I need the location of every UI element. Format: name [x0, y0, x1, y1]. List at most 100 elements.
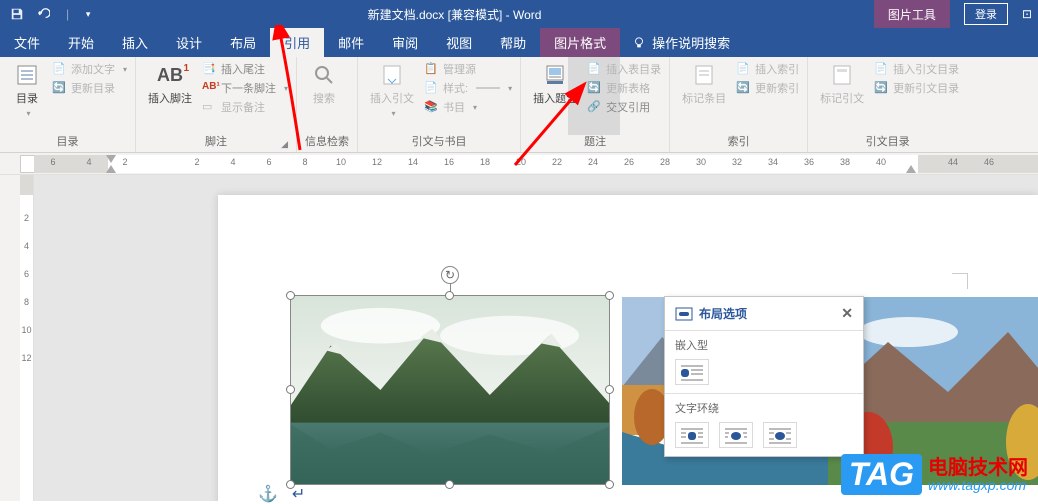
resize-handle-tr[interactable]	[605, 291, 614, 300]
search-icon	[312, 63, 336, 87]
mark-citation-icon	[830, 63, 854, 87]
search-button[interactable]: 搜索	[305, 61, 343, 130]
insert-toa-button[interactable]: 📄插入引文目录	[874, 61, 959, 77]
resize-handle-mr[interactable]	[605, 385, 614, 394]
tab-picture-format[interactable]: 图片格式	[540, 28, 620, 57]
update-toa-button: 🔄更新引文目录	[874, 80, 959, 96]
rotate-handle[interactable]	[441, 266, 459, 284]
tab-file[interactable]: 文件	[0, 28, 54, 57]
title-bar: | ▾ 新建文档.docx [兼容模式] - Word 图片工具 登录 ⊡	[0, 0, 1038, 28]
inline-section-title: 嵌入型	[675, 337, 853, 353]
vruler-numbers: 24681012	[20, 213, 33, 363]
insert-index-icon: 📄	[736, 62, 750, 76]
update-toa-icon: 🔄	[874, 81, 888, 95]
tab-view[interactable]: 视图	[432, 28, 486, 57]
wrap-square-option[interactable]	[675, 422, 709, 448]
layout-options-icon	[675, 307, 693, 321]
group-footnote: AB1 插入脚注 📑插入尾注 AB¹下一条脚注▾ ▭显示备注 脚注◢	[136, 57, 297, 152]
vertical-ruler[interactable]: 24681012	[20, 175, 34, 501]
tell-me-search[interactable]: 操作说明搜索	[620, 28, 730, 57]
tab-layout[interactable]: 布局	[216, 28, 270, 57]
search-label: 搜索	[313, 90, 335, 106]
indent-marker-right[interactable]	[906, 165, 916, 173]
lightbulb-icon	[632, 36, 646, 50]
save-icon[interactable]	[10, 7, 24, 21]
mark-entry-label: 标记条目	[682, 90, 726, 106]
bibliography-button[interactable]: 📚书目▾	[424, 99, 512, 115]
indent-marker-left-bottom[interactable]	[106, 165, 116, 173]
wrap-inline-option[interactable]	[675, 359, 709, 385]
toc-label: 目录	[16, 90, 38, 106]
manage-sources-button[interactable]: 📋管理源	[424, 61, 512, 77]
update-table-button: 🔄更新表格	[587, 80, 661, 96]
login-button[interactable]: 登录	[964, 3, 1008, 25]
resize-handle-ml[interactable]	[286, 385, 295, 394]
style-dropdown[interactable]: 📄样式: ▾	[424, 80, 512, 96]
inline-control-icons: ⚓ ↵	[258, 484, 305, 504]
cross-reference-button[interactable]: 🔗交叉引用	[587, 99, 661, 115]
resize-handle-tl[interactable]	[286, 291, 295, 300]
cross-ref-icon: 🔗	[587, 100, 601, 114]
tab-help[interactable]: 帮助	[486, 28, 540, 57]
group-caption: 插入题注 📄插入表目录 🔄更新表格 🔗交叉引用 题注	[521, 57, 670, 152]
insert-tof-button[interactable]: 📄插入表目录	[587, 61, 661, 77]
insert-footnote-button[interactable]: AB1 插入脚注	[144, 61, 196, 130]
group-label-caption: 题注	[529, 130, 661, 152]
close-icon[interactable]: ✕	[841, 305, 853, 322]
watermark-cn: 电脑技术网	[928, 458, 1028, 478]
tab-review[interactable]: 审阅	[378, 28, 432, 57]
add-text-icon: 📄	[52, 62, 66, 76]
next-footnote-button[interactable]: AB¹下一条脚注▾	[202, 80, 288, 96]
mark-citation-label: 标记引文	[820, 90, 864, 106]
resize-handle-tm[interactable]	[445, 291, 454, 300]
resize-handle-br[interactable]	[605, 480, 614, 489]
add-text-button[interactable]: 📄添加文字▾	[52, 61, 127, 77]
mark-citation-button[interactable]: 标记引文	[816, 61, 868, 130]
mark-entry-button[interactable]: 标记条目	[678, 61, 730, 130]
ribbon-tabs: 文件 开始 插入 设计 布局 引用 邮件 审阅 视图 帮助 图片格式 操作说明搜…	[0, 28, 1038, 57]
qat-dropdown-icon[interactable]: ▾	[81, 7, 95, 21]
update-toc-icon: 🔄	[52, 81, 66, 95]
collapse-icon[interactable]: ⊡	[1022, 7, 1038, 21]
manage-sources-icon: 📋	[424, 62, 438, 76]
quick-access-toolbar: | ▾	[0, 7, 95, 21]
endnote-icon: 📑	[202, 62, 216, 76]
landscape-image-1	[291, 296, 609, 484]
group-label-index: 索引	[678, 130, 799, 152]
insert-endnote-button[interactable]: 📑插入尾注	[202, 61, 288, 77]
tab-insert[interactable]: 插入	[108, 28, 162, 57]
group-citation: 插入引文▾ 📋管理源 📄样式: ▾ 📚书目▾ 引文与书目	[358, 57, 521, 152]
insert-index-button[interactable]: 📄插入索引	[736, 61, 799, 77]
wrap-tight-option[interactable]	[719, 422, 753, 448]
undo-icon[interactable]	[36, 7, 50, 21]
tab-mailings[interactable]: 邮件	[324, 28, 378, 57]
footnote-dialog-launcher[interactable]: ◢	[281, 139, 288, 150]
toc-button[interactable]: 目录▾	[8, 61, 46, 130]
indent-marker-left[interactable]	[106, 155, 116, 163]
tab-design[interactable]: 设计	[162, 28, 216, 57]
layout-options-popup: 布局选项 ✕ 嵌入型 文字环绕	[664, 296, 864, 457]
group-toc: 目录▾ 📄添加文字▾ 🔄更新目录 目录	[0, 57, 136, 152]
show-notes-icon: ▭	[202, 100, 216, 114]
document-area[interactable]	[34, 175, 1038, 501]
insert-caption-button[interactable]: 插入题注	[529, 61, 581, 130]
margin-mark-tr	[952, 273, 968, 289]
insert-caption-label: 插入题注	[533, 90, 577, 106]
tab-home[interactable]: 开始	[54, 28, 108, 57]
resize-handle-bm[interactable]	[445, 480, 454, 489]
anchor-icon[interactable]: ⚓	[258, 484, 278, 504]
selected-image[interactable]	[290, 295, 610, 485]
footnote-icon: AB1	[158, 63, 182, 87]
insert-citation-button[interactable]: 插入引文▾	[366, 61, 418, 130]
horizontal-ruler[interactable]: 6422468101214161820222426283032343638404…	[34, 155, 1038, 173]
wrap-through-option[interactable]	[763, 422, 797, 448]
mark-entry-icon	[692, 63, 716, 87]
text-flow-icon[interactable]: ↵	[292, 484, 305, 504]
tof-icon: 📄	[587, 62, 601, 76]
group-label-citation: 引文与书目	[366, 130, 512, 152]
tab-references[interactable]: 引用	[270, 28, 324, 57]
bibliography-icon: 📚	[424, 100, 438, 114]
watermark: TAG 电脑技术网 www.tagxp.com	[841, 454, 1028, 495]
caption-icon	[543, 63, 567, 87]
group-research: 搜索 信息检索	[297, 57, 358, 152]
